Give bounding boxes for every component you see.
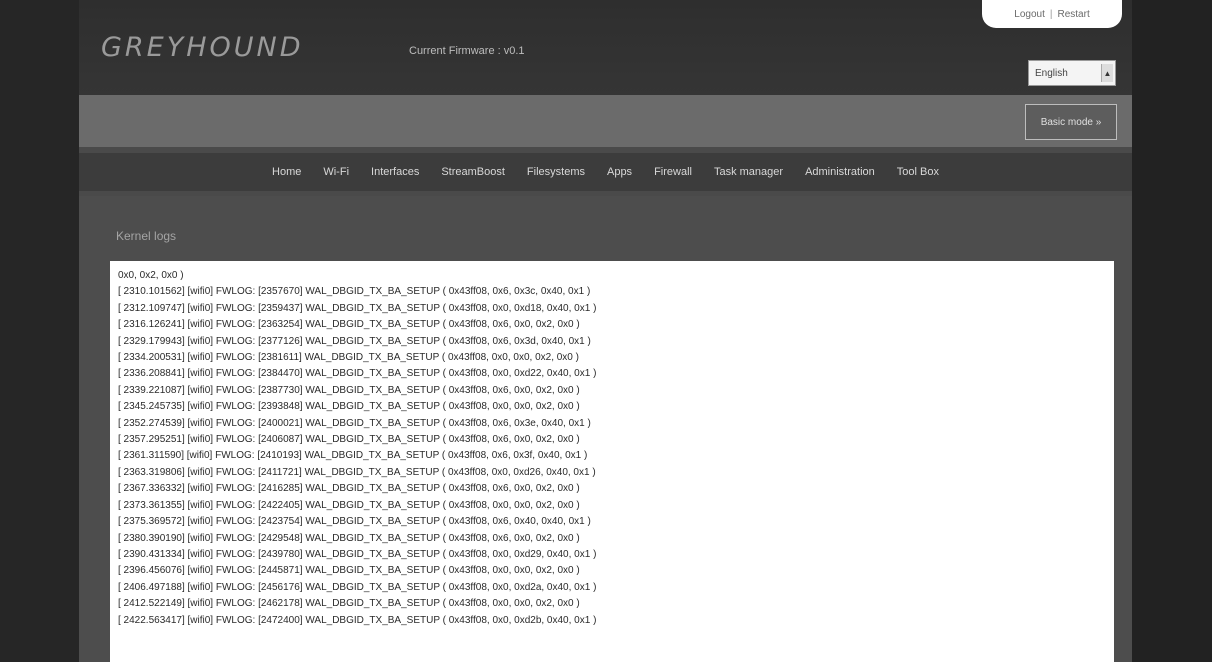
header: GREYHOUND Current Firmware : v0.1 [79,0,1132,95]
mode-switch-button[interactable]: Basic mode » [1025,104,1117,140]
page-margin-left [0,0,79,662]
nav-item-administration[interactable]: Administration [794,166,886,178]
log-line: [ 2396.456076] [wifi0] FWLOG: [2445871] … [118,565,580,577]
log-line: [ 2361.311590] [wifi0] FWLOG: [2410193] … [118,450,588,462]
nav-item-home[interactable]: Home [261,166,312,178]
nav-item-filesystems[interactable]: Filesystems [516,166,596,178]
nav-item-task-manager[interactable]: Task manager [703,166,794,178]
log-line: [ 2412.522149] [wifi0] FWLOG: [2462178] … [118,598,580,610]
log-line: [ 2339.221087] [wifi0] FWLOG: [2387730] … [118,384,580,396]
nav-item-interfaces[interactable]: Interfaces [360,166,430,178]
log-line: [ 2336.208841] [wifi0] FWLOG: [2384470] … [118,368,597,380]
nav-item-firewall[interactable]: Firewall [643,166,703,178]
log-line: [ 2316.126241] [wifi0] FWLOG: [2363254] … [118,319,580,331]
log-line: [ 2357.295251] [wifi0] FWLOG: [2406087] … [118,434,580,446]
log-line: [ 2345.245735] [wifi0] FWLOG: [2393848] … [118,401,580,413]
page-margin-right [1132,0,1212,662]
nav-item-wifi[interactable]: Wi-Fi [312,166,360,178]
log-line: [ 2380.390190] [wifi0] FWLOG: [2429548] … [118,532,580,544]
log-line: [ 2310.101562] [wifi0] FWLOG: [2357670] … [118,286,591,298]
section-title: Kernel logs [116,229,177,243]
log-line: 0x0, 0x2, 0x0 ) [118,270,184,281]
page-container: GREYHOUND Current Firmware : v0.1 Logout… [79,0,1132,662]
log-line: [ 2375.369572] [wifi0] FWLOG: [2423754] … [118,516,591,528]
dropdown-arrow-icon: ▲ [1101,64,1113,82]
nav-item-tool-box[interactable]: Tool Box [886,166,950,178]
firmware-version: Current Firmware : v0.1 [409,45,525,57]
log-line: [ 2312.109747] [wifi0] FWLOG: [2359437] … [118,302,597,314]
log-line: [ 2390.431334] [wifi0] FWLOG: [2439780] … [118,548,597,560]
logout-link[interactable]: Logout [1009,9,1050,20]
kernel-logs-section: Kernel logs 0x0, 0x2, 0x0 ) [ 2310.10156… [79,196,1132,662]
mode-band [79,95,1132,147]
log-line: [ 2406.497188] [wifi0] FWLOG: [2456176] … [118,581,597,593]
restart-link[interactable]: Restart [1052,9,1094,20]
log-line: [ 2373.361355] [wifi0] FWLOG: [2422405] … [118,499,580,511]
kernel-log-textarea[interactable]: 0x0, 0x2, 0x0 ) [ 2310.101562] [wifi0] F… [110,261,1114,662]
log-line: [ 2329.179943] [wifi0] FWLOG: [2377126] … [118,335,591,347]
main-nav: Home Wi-Fi Interfaces StreamBoost Filesy… [79,153,1132,191]
log-line: [ 2422.563417] [wifi0] FWLOG: [2472400] … [118,614,597,626]
app-logo: GREYHOUND [101,32,304,63]
language-select[interactable]: English ▲ [1028,60,1116,86]
language-selected-value: English [1035,67,1068,79]
session-links: Logout | Restart [982,0,1122,28]
log-line: [ 2363.319806] [wifi0] FWLOG: [2411721] … [118,466,596,478]
nav-item-streamboost[interactable]: StreamBoost [430,166,516,178]
log-line: [ 2352.274539] [wifi0] FWLOG: [2400021] … [118,417,591,429]
nav-item-apps[interactable]: Apps [596,166,643,178]
log-line: [ 2367.336332] [wifi0] FWLOG: [2416285] … [118,483,580,495]
log-line: [ 2334.200531] [wifi0] FWLOG: [2381611] … [118,352,579,364]
